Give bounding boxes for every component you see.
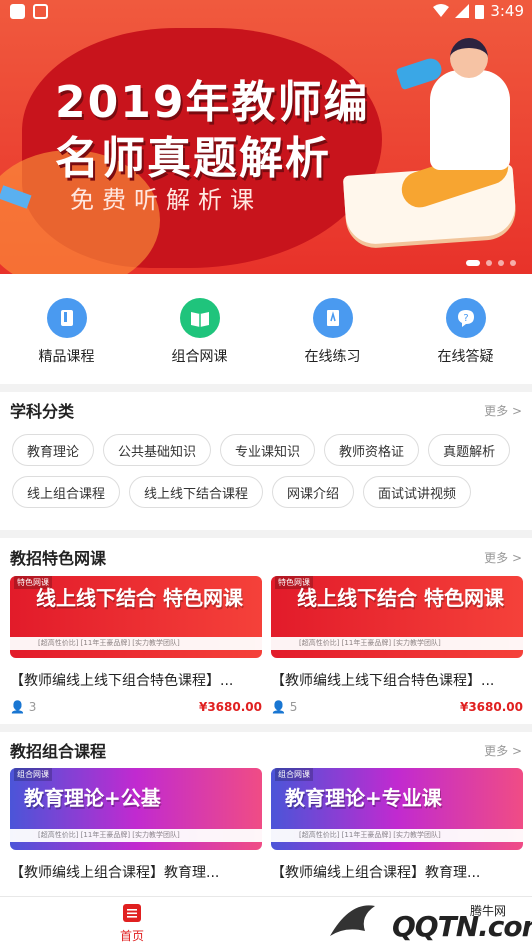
user-icon: 👤 [271, 700, 286, 714]
more-link[interactable]: 更多 > [484, 402, 522, 419]
carousel-dot[interactable] [466, 260, 480, 266]
watermark-logo: QQTN.com 腾牛网 [320, 896, 532, 946]
banner-subtitle: 免费听解析课 [70, 186, 262, 214]
course-price: ¥3680.00 [198, 700, 262, 714]
featured-section: 教招特色网课 更多 > 特色网课 线上线下结合 特色网课 [超高性价比] [11… [0, 538, 532, 724]
section-title: 教招特色网课 [10, 549, 107, 568]
nav-combo-courses[interactable]: 组合网课 [133, 274, 266, 384]
nav-label: 在线答疑 [437, 349, 494, 365]
nav-online-practice[interactable]: 在线练习 [266, 274, 399, 384]
subject-tag[interactable]: 网课介绍 [272, 476, 355, 508]
subject-tag[interactable]: 公共基础知识 [103, 434, 212, 466]
wifi-icon [433, 4, 450, 17]
course-card[interactable]: 特色网课 线上线下结合 特色网课 [超高性价比] [11年王豪品牌] [实力教学… [271, 576, 523, 714]
course-card[interactable]: 组合网课 教育理论+公基 [超高性价比] [11年王豪品牌] [实力教学团队] … [10, 768, 262, 882]
subject-tag[interactable]: 面试试讲视频 [363, 476, 472, 508]
carousel-dot[interactable] [486, 260, 492, 266]
nav-label: 组合网课 [171, 349, 228, 365]
watermark-bird-icon [330, 905, 375, 936]
course-thumbnail: 特色网课 线上线下结合 特色网课 [超高性价比] [11年王豪品牌] [实力教学… [10, 576, 262, 658]
status-bar: 3:49 [0, 0, 532, 24]
more-link[interactable]: 更多 > [484, 742, 522, 759]
enrollment-count: 👤 3 [10, 700, 37, 714]
nav-premium-courses[interactable]: 精品课程 [0, 274, 133, 384]
banner-title-line2: 名师真题解析 [55, 133, 331, 184]
more-link[interactable]: 更多 > [484, 549, 522, 566]
subject-tag[interactable]: 教育理论 [12, 434, 95, 466]
course-title: 【教师编线上线下组合特色课程】... [10, 673, 234, 689]
course-title: 【教师编线上线下组合特色课程】... [271, 673, 495, 689]
subject-tag[interactable]: 专业课知识 [220, 434, 316, 466]
carousel-dot[interactable] [498, 260, 504, 266]
question-icon: ? [445, 298, 486, 338]
course-title: 【教师编线上组合课程】教育理... [10, 865, 220, 881]
status-time: 3:49 [490, 2, 524, 20]
subject-tag[interactable]: 真题解析 [428, 434, 511, 466]
book-icon [46, 298, 87, 338]
tab-home[interactable]: 首页 [112, 903, 152, 944]
subject-tag[interactable]: 教师资格证 [324, 434, 420, 466]
course-thumbnail: 组合网课 教育理论+公基 [超高性价比] [11年王豪品牌] [实力教学团队] [10, 768, 262, 850]
signal-icon [455, 4, 470, 18]
course-thumbnail: 组合网课 教育理论+专业课 [超高性价比] [11年王豪品牌] [实力教学团队] [271, 768, 523, 850]
promo-banner[interactable]: 2019年教师编 名师真题解析 免费听解析课 [0, 0, 532, 274]
person-illustration [430, 70, 510, 170]
exercise-icon [312, 298, 353, 338]
course-card[interactable]: 特色网课 线上线下结合 特色网课 [超高性价比] [11年王豪品牌] [实力教学… [10, 576, 262, 714]
notification-icon [33, 4, 48, 19]
subject-tag[interactable]: 线上组合课程 [12, 476, 121, 508]
subject-section: 学科分类 更多 > 教育理论 公共基础知识 专业课知识 教师资格证 真题解析 线… [0, 392, 532, 530]
subject-tags: 教育理论 公共基础知识 专业课知识 教师资格证 真题解析 线上组合课程 线上线下… [0, 428, 532, 508]
svg-text:?: ? [463, 313, 468, 324]
carousel-indicator[interactable] [466, 260, 516, 266]
course-price: ¥3680.00 [459, 700, 523, 714]
quick-nav: 精品课程 组合网课 在线练习 ? 在线答疑 [0, 274, 532, 384]
course-thumbnail: 特色网课 线上线下结合 特色网课 [超高性价比] [11年王豪品牌] [实力教学… [271, 576, 523, 658]
nav-online-qa[interactable]: ? 在线答疑 [399, 274, 532, 384]
course-card[interactable]: 组合网课 教育理论+专业课 [超高性价比] [11年王豪品牌] [实力教学团队]… [271, 768, 523, 882]
notification-icon [10, 4, 25, 19]
home-list-icon [123, 904, 141, 922]
course-title: 【教师编线上组合课程】教育理... [271, 865, 481, 881]
nav-label: 精品课程 [38, 349, 95, 365]
section-title: 学科分类 [10, 402, 75, 421]
open-book-icon [179, 298, 220, 338]
battery-icon [475, 4, 485, 19]
section-title: 教招组合课程 [10, 742, 107, 761]
subject-tag[interactable]: 线上线下结合课程 [129, 476, 264, 508]
combo-section: 教招组合课程 更多 > 组合网课 教育理论+公基 [超高性价比] [11年王豪品… [0, 732, 532, 896]
tab-label: 首页 [119, 929, 144, 943]
person-illustration [450, 38, 488, 78]
enrollment-count: 👤 5 [271, 700, 298, 714]
banner-title-line1: 2019年教师编 [55, 77, 370, 128]
nav-label: 在线练习 [304, 349, 361, 365]
carousel-dot[interactable] [510, 260, 516, 266]
user-icon: 👤 [10, 700, 25, 714]
